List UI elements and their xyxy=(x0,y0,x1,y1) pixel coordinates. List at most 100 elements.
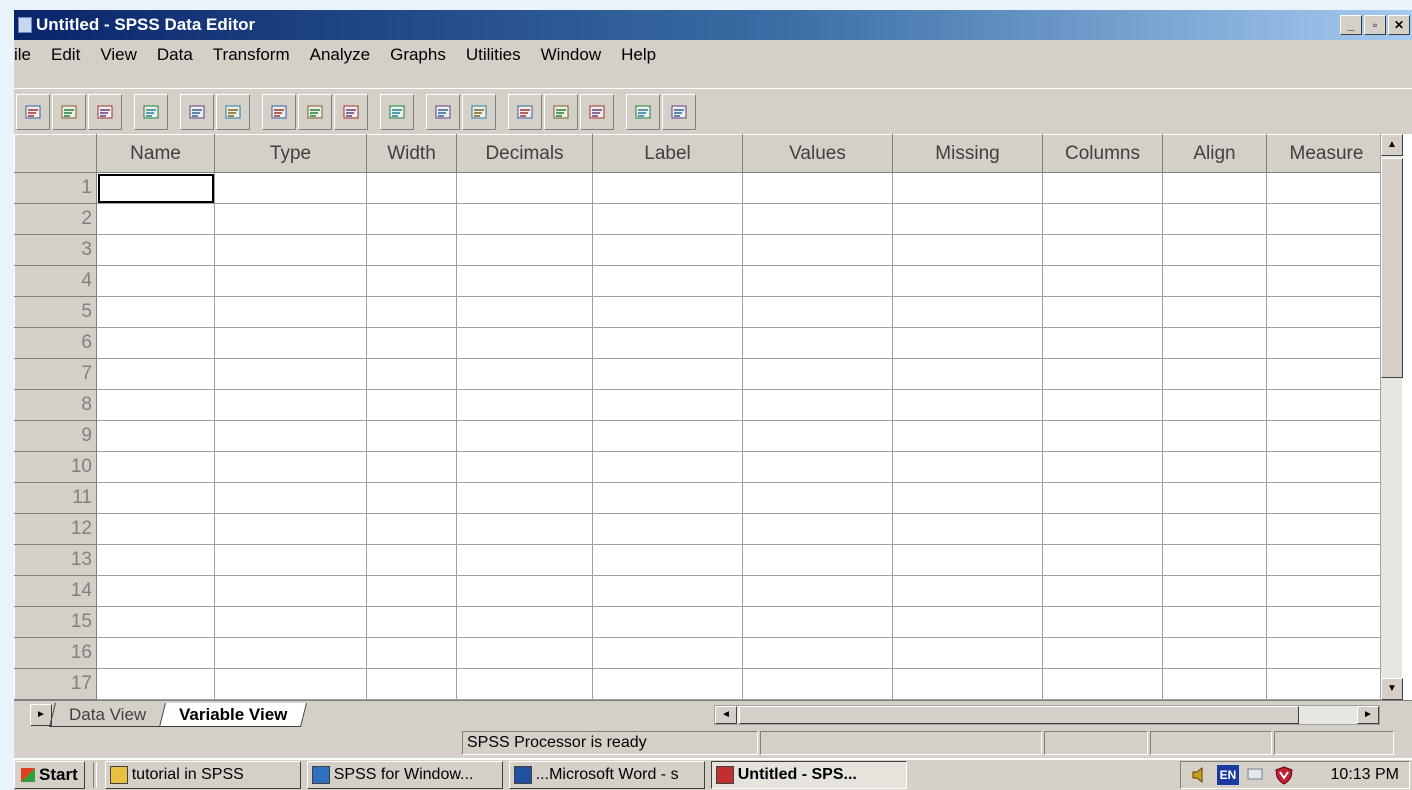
print-button[interactable] xyxy=(88,93,122,130)
save-button[interactable] xyxy=(52,93,86,130)
grid-cell[interactable] xyxy=(742,172,893,204)
grid-cell[interactable] xyxy=(214,327,367,359)
grid-corner[interactable] xyxy=(14,134,97,173)
grid-cell[interactable] xyxy=(1266,327,1387,359)
grid-cell[interactable] xyxy=(892,296,1043,328)
grid-cell[interactable] xyxy=(214,575,367,607)
redo-button[interactable] xyxy=(216,93,250,130)
column-header-values[interactable]: Values xyxy=(742,134,893,173)
grid-cell[interactable] xyxy=(1162,389,1267,421)
grid-cell[interactable] xyxy=(1042,265,1163,297)
grid-cell[interactable] xyxy=(592,637,743,669)
grid-cell[interactable] xyxy=(892,606,1043,638)
column-header-decimals[interactable]: Decimals xyxy=(456,134,593,173)
grid-cell[interactable] xyxy=(1266,203,1387,235)
grid-cell[interactable] xyxy=(892,265,1043,297)
variables-button[interactable] xyxy=(334,93,368,130)
grid-cell[interactable] xyxy=(742,606,893,638)
grid-cell[interactable] xyxy=(1266,606,1387,638)
grid-cell[interactable] xyxy=(214,451,367,483)
row-number[interactable]: 14 xyxy=(14,575,97,607)
row-number[interactable]: 7 xyxy=(14,358,97,390)
grid-cell[interactable] xyxy=(592,234,743,266)
grid-cell[interactable] xyxy=(592,172,743,204)
grid-cell[interactable] xyxy=(742,451,893,483)
grid-cell[interactable] xyxy=(1266,575,1387,607)
grid-cell[interactable] xyxy=(1042,203,1163,235)
grid-cell[interactable] xyxy=(366,544,457,576)
grid-cell[interactable] xyxy=(366,482,457,514)
grid-cell[interactable] xyxy=(214,544,367,576)
row-number[interactable]: 11 xyxy=(14,482,97,514)
vertical-scroll-thumb[interactable] xyxy=(1381,158,1403,378)
grid-cell[interactable] xyxy=(456,668,593,700)
grid-cell[interactable] xyxy=(96,513,215,545)
grid-cell[interactable] xyxy=(96,234,215,266)
scroll-down-icon[interactable]: ▼ xyxy=(1381,678,1403,700)
grid-cell[interactable] xyxy=(366,203,457,235)
grid-cell[interactable] xyxy=(892,668,1043,700)
grid-cell[interactable] xyxy=(892,203,1043,235)
value-labels-button[interactable] xyxy=(626,93,660,130)
weight-cases-button[interactable] xyxy=(544,93,578,130)
row-number[interactable]: 3 xyxy=(14,234,97,266)
grid-cell[interactable] xyxy=(1162,637,1267,669)
grid-cell[interactable] xyxy=(1266,296,1387,328)
grid-cell[interactable] xyxy=(366,451,457,483)
grid-cell[interactable] xyxy=(592,606,743,638)
grid-cell[interactable] xyxy=(892,637,1043,669)
goto-case-button[interactable] xyxy=(298,93,332,130)
grid-cell[interactable] xyxy=(214,172,367,204)
grid-cell[interactable] xyxy=(96,482,215,514)
grid-cell[interactable] xyxy=(456,544,593,576)
grid-cell[interactable] xyxy=(1042,389,1163,421)
horizontal-scroll-thumb[interactable] xyxy=(739,706,1299,724)
grid-cell[interactable] xyxy=(592,482,743,514)
grid-cell[interactable] xyxy=(742,358,893,390)
grid-cell[interactable] xyxy=(96,358,215,390)
grid-cell[interactable] xyxy=(892,389,1043,421)
grid-cell[interactable] xyxy=(1162,420,1267,452)
antivirus-shield-icon[interactable] xyxy=(1273,765,1295,785)
grid-cell[interactable] xyxy=(742,544,893,576)
scroll-right-icon[interactable]: ► xyxy=(1357,706,1379,724)
grid-cell[interactable] xyxy=(892,575,1043,607)
find-button[interactable] xyxy=(380,93,414,130)
grid-cell[interactable] xyxy=(1042,513,1163,545)
grid-cell[interactable] xyxy=(366,296,457,328)
grid-cell[interactable] xyxy=(456,513,593,545)
grid-cell[interactable] xyxy=(592,544,743,576)
menu-file[interactable]: ile xyxy=(4,42,41,68)
row-number[interactable]: 6 xyxy=(14,327,97,359)
row-number[interactable]: 10 xyxy=(14,451,97,483)
taskbar-button[interactable]: Untitled - SPS... xyxy=(710,761,907,789)
taskbar-button[interactable]: tutorial in SPSS xyxy=(104,761,301,789)
grid-cell[interactable] xyxy=(742,389,893,421)
open-button[interactable] xyxy=(16,93,50,130)
grid-cell[interactable] xyxy=(366,606,457,638)
grid-cell[interactable] xyxy=(1042,420,1163,452)
grid-cell[interactable] xyxy=(892,420,1043,452)
close-button[interactable]: ✕ xyxy=(1388,15,1410,35)
grid-cell[interactable] xyxy=(366,234,457,266)
grid-cell[interactable] xyxy=(892,358,1043,390)
grid-cell[interactable] xyxy=(742,327,893,359)
column-header-label[interactable]: Label xyxy=(592,134,743,173)
grid-cell[interactable] xyxy=(366,265,457,297)
row-number[interactable]: 4 xyxy=(14,265,97,297)
language-indicator[interactable]: EN xyxy=(1217,765,1239,785)
grid-cell[interactable] xyxy=(214,606,367,638)
grid-cell[interactable] xyxy=(1266,265,1387,297)
grid-cell[interactable] xyxy=(456,172,593,204)
grid-cell[interactable] xyxy=(456,234,593,266)
taskbar-button[interactable]: ...Microsoft Word - s xyxy=(508,761,705,789)
grid-cell[interactable] xyxy=(1266,389,1387,421)
menu-transform[interactable]: Transform xyxy=(203,42,300,68)
grid-cell[interactable] xyxy=(592,296,743,328)
dialog-recall-button[interactable] xyxy=(134,93,168,130)
grid-cell[interactable] xyxy=(456,420,593,452)
grid-cell[interactable] xyxy=(366,668,457,700)
grid-cell[interactable] xyxy=(214,296,367,328)
title-bar[interactable]: Untitled - SPSS Data Editor _ ▫ ✕ xyxy=(14,10,1412,40)
row-number[interactable]: 12 xyxy=(14,513,97,545)
